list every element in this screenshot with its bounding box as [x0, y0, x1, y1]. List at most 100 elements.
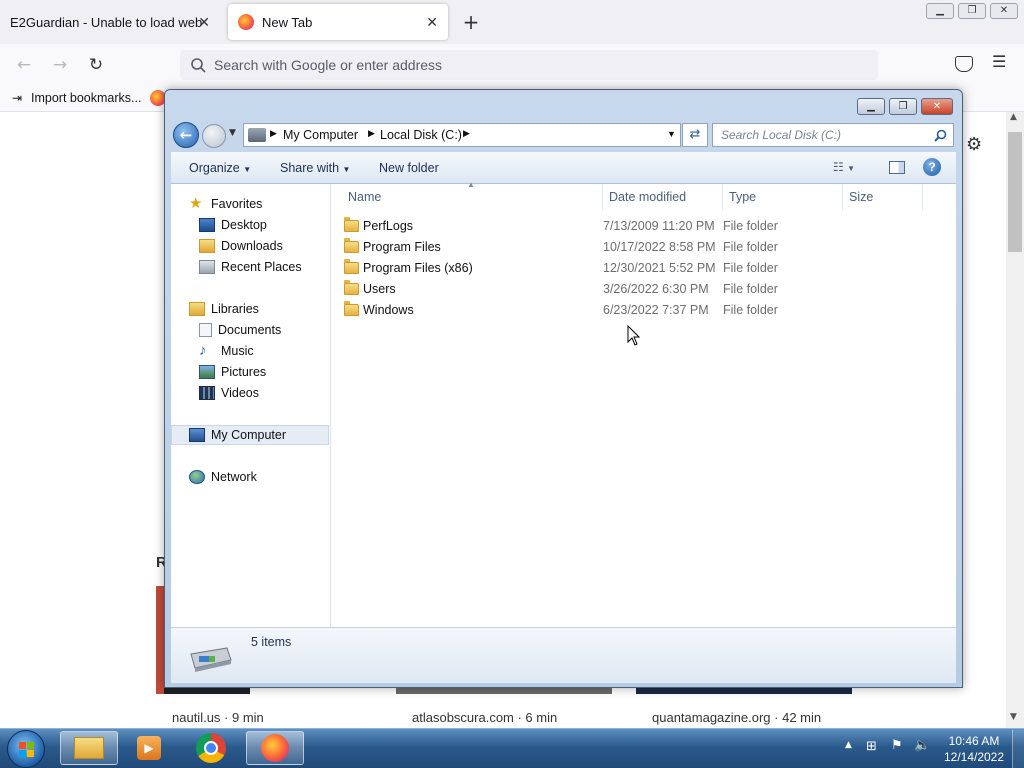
story-source[interactable]: atlasobscura.com · 6 min — [412, 710, 557, 725]
import-icon: ⇥ — [12, 91, 23, 105]
refresh-icon[interactable]: ⇄ — [682, 123, 708, 147]
url-bar[interactable]: Search with Google or enter address — [180, 50, 878, 80]
breadcrumb-chevron-icon[interactable]: ▶ — [368, 128, 375, 139]
file-date: 6/23/2022 7:37 PM — [603, 303, 709, 317]
view-options-icon[interactable]: ☷ ▼ — [833, 160, 855, 174]
tab-close-icon[interactable]: ✕ — [198, 14, 210, 31]
start-button[interactable] — [7, 730, 45, 768]
nav-label: Recent Places — [221, 260, 302, 274]
import-bookmarks-link[interactable]: Import bookmarks... — [31, 91, 141, 105]
tab-close-icon[interactable]: ✕ — [426, 14, 438, 31]
taskbar-chrome-button[interactable] — [182, 731, 240, 765]
recent-locations-chevron-icon[interactable]: ▼ — [229, 128, 236, 138]
browser-close-button[interactable]: ✕ — [990, 3, 1018, 19]
file-type: File folder — [723, 219, 778, 233]
clock[interactable]: 10:46 AM 12/14/2022 — [938, 733, 1010, 765]
nav-label: Desktop — [221, 218, 267, 232]
preview-pane-icon[interactable] — [889, 161, 905, 174]
breadcrumb-chevron-icon[interactable]: ▶ — [463, 128, 470, 139]
back-button-icon[interactable]: ← — [173, 122, 199, 148]
network-tray-icon[interactable]: ⊞ — [866, 739, 877, 754]
breadcrumb-chevron-icon[interactable]: ▶ — [270, 128, 277, 139]
nav-pictures[interactable]: Pictures — [171, 362, 329, 382]
file-date: 12/30/2021 5:52 PM — [603, 261, 716, 275]
file-name: PerfLogs — [363, 219, 414, 233]
clock-date: 12/14/2022 — [943, 750, 1005, 764]
nav-documents[interactable]: Documents — [171, 320, 329, 340]
breadcrumb-my-computer[interactable]: My Computer — [283, 128, 358, 142]
story-source[interactable]: quantamagazine.org · 42 min — [652, 710, 821, 725]
search-box[interactable]: Search Local Disk (C:) — [712, 123, 954, 147]
new-folder-button[interactable]: New folder — [379, 161, 439, 175]
nav-recent-places[interactable]: Recent Places — [171, 257, 329, 277]
show-desktop-button[interactable] — [1012, 730, 1024, 768]
pocket-icon[interactable] — [955, 56, 973, 72]
maximize-button[interactable]: ❐ — [889, 98, 917, 115]
file-row[interactable]: Program Files (x86) 12/30/2021 5:52 PM F… — [331, 258, 956, 279]
forward-arrow-icon[interactable]: → — [49, 54, 71, 76]
file-date: 7/13/2009 11:20 PM — [603, 219, 715, 233]
action-center-flag-icon[interactable]: ⚑ — [891, 738, 903, 753]
scrollbar-thumb[interactable] — [1008, 132, 1022, 252]
taskbar-firefox-button[interactable] — [246, 731, 304, 765]
organize-label: Organize — [189, 161, 240, 175]
nav-label: My Computer — [211, 428, 287, 442]
nav-label: Music — [221, 344, 254, 358]
organize-button[interactable]: Organize ▼ — [189, 161, 251, 175]
volume-icon[interactable]: 🔈 — [914, 738, 930, 753]
column-header-type[interactable]: Type — [723, 184, 843, 210]
browser-minimize-button[interactable]: ▁ — [926, 3, 954, 19]
taskbar-media-player-button[interactable]: ▶ — [120, 731, 178, 765]
star-icon: ★ — [189, 195, 203, 212]
minimize-button[interactable]: ▁ — [857, 98, 885, 115]
nav-my-computer[interactable]: My Computer — [171, 425, 329, 445]
taskbar-explorer-button[interactable] — [60, 731, 118, 765]
file-type: File folder — [723, 303, 778, 317]
tab-new-tab[interactable]: New Tab ✕ — [228, 4, 448, 40]
reload-icon[interactable]: ↻ — [85, 54, 107, 76]
help-icon[interactable]: ? — [923, 158, 941, 176]
file-row[interactable]: PerfLogs 7/13/2009 11:20 PM File folder — [331, 216, 956, 237]
settings-gear-icon[interactable]: ⚙ — [966, 134, 982, 155]
folder-icon — [344, 259, 359, 274]
nav-downloads[interactable]: Downloads — [171, 236, 329, 256]
nav-label: Pictures — [221, 365, 267, 379]
column-header-date[interactable]: Date modified — [603, 184, 723, 210]
file-type: File folder — [723, 261, 778, 275]
story-source[interactable]: nautil.us · 9 min — [172, 710, 264, 725]
item-count: 5 items — [251, 635, 292, 649]
story-card-image — [156, 586, 164, 694]
show-hidden-icons-arrow-icon[interactable]: ▲ — [845, 740, 852, 750]
mouse-cursor-icon — [627, 325, 641, 346]
nav-favorites[interactable]: ★ Favorites — [171, 194, 329, 214]
nav-network[interactable]: Network — [171, 467, 329, 487]
file-row[interactable]: Users 3/26/2022 6:30 PM File folder — [331, 279, 956, 300]
computer-icon — [189, 428, 205, 442]
nav-libraries[interactable]: Libraries — [171, 299, 329, 319]
nav-desktop[interactable]: Desktop — [171, 215, 329, 235]
address-dropdown-icon[interactable]: ▼ — [667, 129, 676, 139]
close-button[interactable]: ✕ — [921, 98, 953, 115]
tab-e2guardian[interactable]: E2Guardian - Unable to load website ✕ — [0, 0, 220, 44]
new-tab-button[interactable]: + — [460, 10, 482, 34]
firefox-icon — [261, 734, 289, 762]
browser-restore-button[interactable]: ❐ — [958, 3, 986, 19]
search-icon[interactable] — [934, 129, 947, 142]
page-scrollbar[interactable]: ▲ ▼ — [1006, 112, 1024, 728]
column-header-size[interactable]: Size — [843, 184, 923, 210]
nav-music[interactable]: ♪ Music — [171, 341, 329, 361]
address-bar[interactable]: ▶ My Computer ▶ Local Disk (C:) ▶ ▼ — [243, 123, 681, 147]
firefox-icon — [238, 14, 254, 30]
command-bar: Organize ▼ Share with ▼ New folder ☷ ▼ ? — [171, 152, 956, 184]
back-arrow-icon[interactable]: ← — [13, 54, 35, 76]
file-row[interactable]: Windows 6/23/2022 7:37 PM File folder — [331, 300, 956, 321]
nav-videos[interactable]: Videos — [171, 383, 329, 403]
share-with-button[interactable]: Share with ▼ — [280, 161, 350, 175]
hamburger-menu-icon[interactable]: ☰ — [992, 52, 1006, 71]
column-label: Name — [348, 190, 382, 204]
column-label: Date modified — [609, 190, 687, 204]
breadcrumb-local-disk[interactable]: Local Disk (C:) — [380, 128, 462, 142]
nav-label: Downloads — [221, 239, 283, 253]
forward-button-icon[interactable] — [202, 124, 226, 148]
file-row[interactable]: Program Files 10/17/2022 8:58 PM File fo… — [331, 237, 956, 258]
